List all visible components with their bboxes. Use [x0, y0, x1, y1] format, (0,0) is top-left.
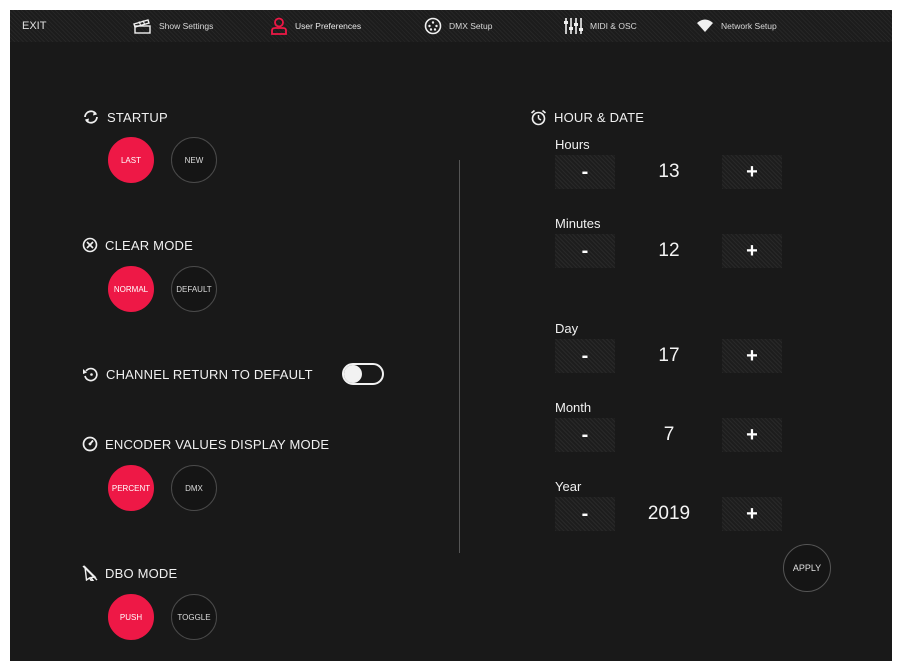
- minutes-label: Minutes: [555, 216, 601, 231]
- startup-new-option[interactable]: NEW: [171, 137, 217, 183]
- day-decrement-button[interactable]: -: [555, 339, 615, 373]
- tab-dmx-setup[interactable]: DMX Setup: [424, 10, 492, 42]
- startup-section-header: STARTUP: [82, 109, 168, 125]
- encoder-mode-title: ENCODER VALUES DISPLAY MODE: [105, 436, 330, 452]
- tab-dmx-setup-label: DMX Setup: [449, 21, 493, 31]
- month-value: 7: [663, 424, 675, 445]
- day-increment-button[interactable]: +: [722, 339, 782, 373]
- channel-return-toggle[interactable]: [342, 363, 384, 385]
- startup-last-option[interactable]: LAST: [108, 137, 154, 183]
- refresh-icon: [82, 109, 100, 125]
- tab-user-preferences-label: User Preferences: [295, 21, 362, 31]
- exit-button[interactable]: EXIT: [22, 10, 46, 42]
- year-decrement-button[interactable]: -: [555, 497, 615, 531]
- show-settings-icon: [132, 18, 152, 34]
- year-label: Year: [555, 479, 582, 494]
- toggle-knob: [344, 365, 362, 383]
- dbo-push-option[interactable]: PUSH: [108, 594, 154, 640]
- dmx-connector-icon: [424, 17, 442, 35]
- channel-return-title: CHANNEL RETURN TO DEFAULT: [106, 366, 313, 382]
- encoder-percent-option[interactable]: PERCENT: [108, 465, 154, 511]
- hour-date-section-header: HOUR & DATE: [530, 109, 644, 126]
- hours-increment-button[interactable]: +: [722, 155, 782, 189]
- tab-show-settings-label: Show Settings: [159, 21, 214, 31]
- encoder-dmx-option[interactable]: DMX: [171, 465, 217, 511]
- column-divider: [459, 160, 460, 553]
- sliders-icon: [563, 17, 583, 35]
- year-value: 2019: [647, 503, 691, 524]
- month-decrement-button[interactable]: -: [555, 418, 615, 452]
- apply-button[interactable]: APPLY: [783, 544, 831, 592]
- day-label: Day: [555, 321, 579, 336]
- dbo-pointer-icon: [82, 565, 98, 581]
- clear-mode-normal-option[interactable]: NORMAL: [108, 266, 154, 312]
- alarm-clock-icon: [530, 109, 547, 126]
- month-increment-button[interactable]: +: [722, 418, 782, 452]
- hours-value: 13: [658, 161, 680, 182]
- clear-circle-icon: [82, 237, 98, 253]
- channel-return-section-header: CHANNEL RETURN TO DEFAULT: [82, 366, 313, 382]
- startup-title: STARTUP: [107, 109, 168, 125]
- year-increment-button[interactable]: +: [722, 497, 782, 531]
- clear-mode-title: CLEAR MODE: [105, 237, 193, 253]
- tab-midi-osc[interactable]: MIDI & OSC: [563, 10, 637, 42]
- return-arrow-icon: [82, 366, 99, 382]
- hours-decrement-button[interactable]: -: [555, 155, 615, 189]
- minutes-increment-button[interactable]: +: [722, 234, 782, 268]
- minutes-value: 12: [658, 240, 680, 261]
- dbo-toggle-option[interactable]: TOGGLE: [171, 594, 217, 640]
- dbo-mode-title: DBO MODE: [105, 565, 178, 581]
- user-icon: [270, 17, 288, 35]
- day-value: 17: [658, 345, 680, 366]
- encoder-mode-section-header: ENCODER VALUES DISPLAY MODE: [82, 436, 329, 452]
- hours-label: Hours: [555, 137, 590, 152]
- top-nav-bar: EXIT Show Settings User Preferences DMX …: [10, 10, 892, 42]
- minutes-decrement-button[interactable]: -: [555, 234, 615, 268]
- clear-mode-default-option[interactable]: DEFAULT: [171, 266, 217, 312]
- wifi-icon: [696, 19, 714, 33]
- month-label: Month: [555, 400, 592, 415]
- preferences-screen: EXIT Show Settings User Preferences DMX …: [10, 10, 892, 661]
- tab-network-setup-label: Network Setup: [721, 21, 777, 31]
- tab-show-settings[interactable]: Show Settings: [132, 10, 213, 42]
- tab-midi-osc-label: MIDI & OSC: [590, 21, 637, 31]
- tab-user-preferences[interactable]: User Preferences: [270, 10, 361, 42]
- tab-network-setup[interactable]: Network Setup: [696, 10, 777, 42]
- hour-date-title: HOUR & DATE: [554, 110, 645, 125]
- encoder-knob-icon: [82, 436, 98, 452]
- dbo-mode-section-header: DBO MODE: [82, 565, 177, 581]
- clear-mode-section-header: CLEAR MODE: [82, 237, 193, 253]
